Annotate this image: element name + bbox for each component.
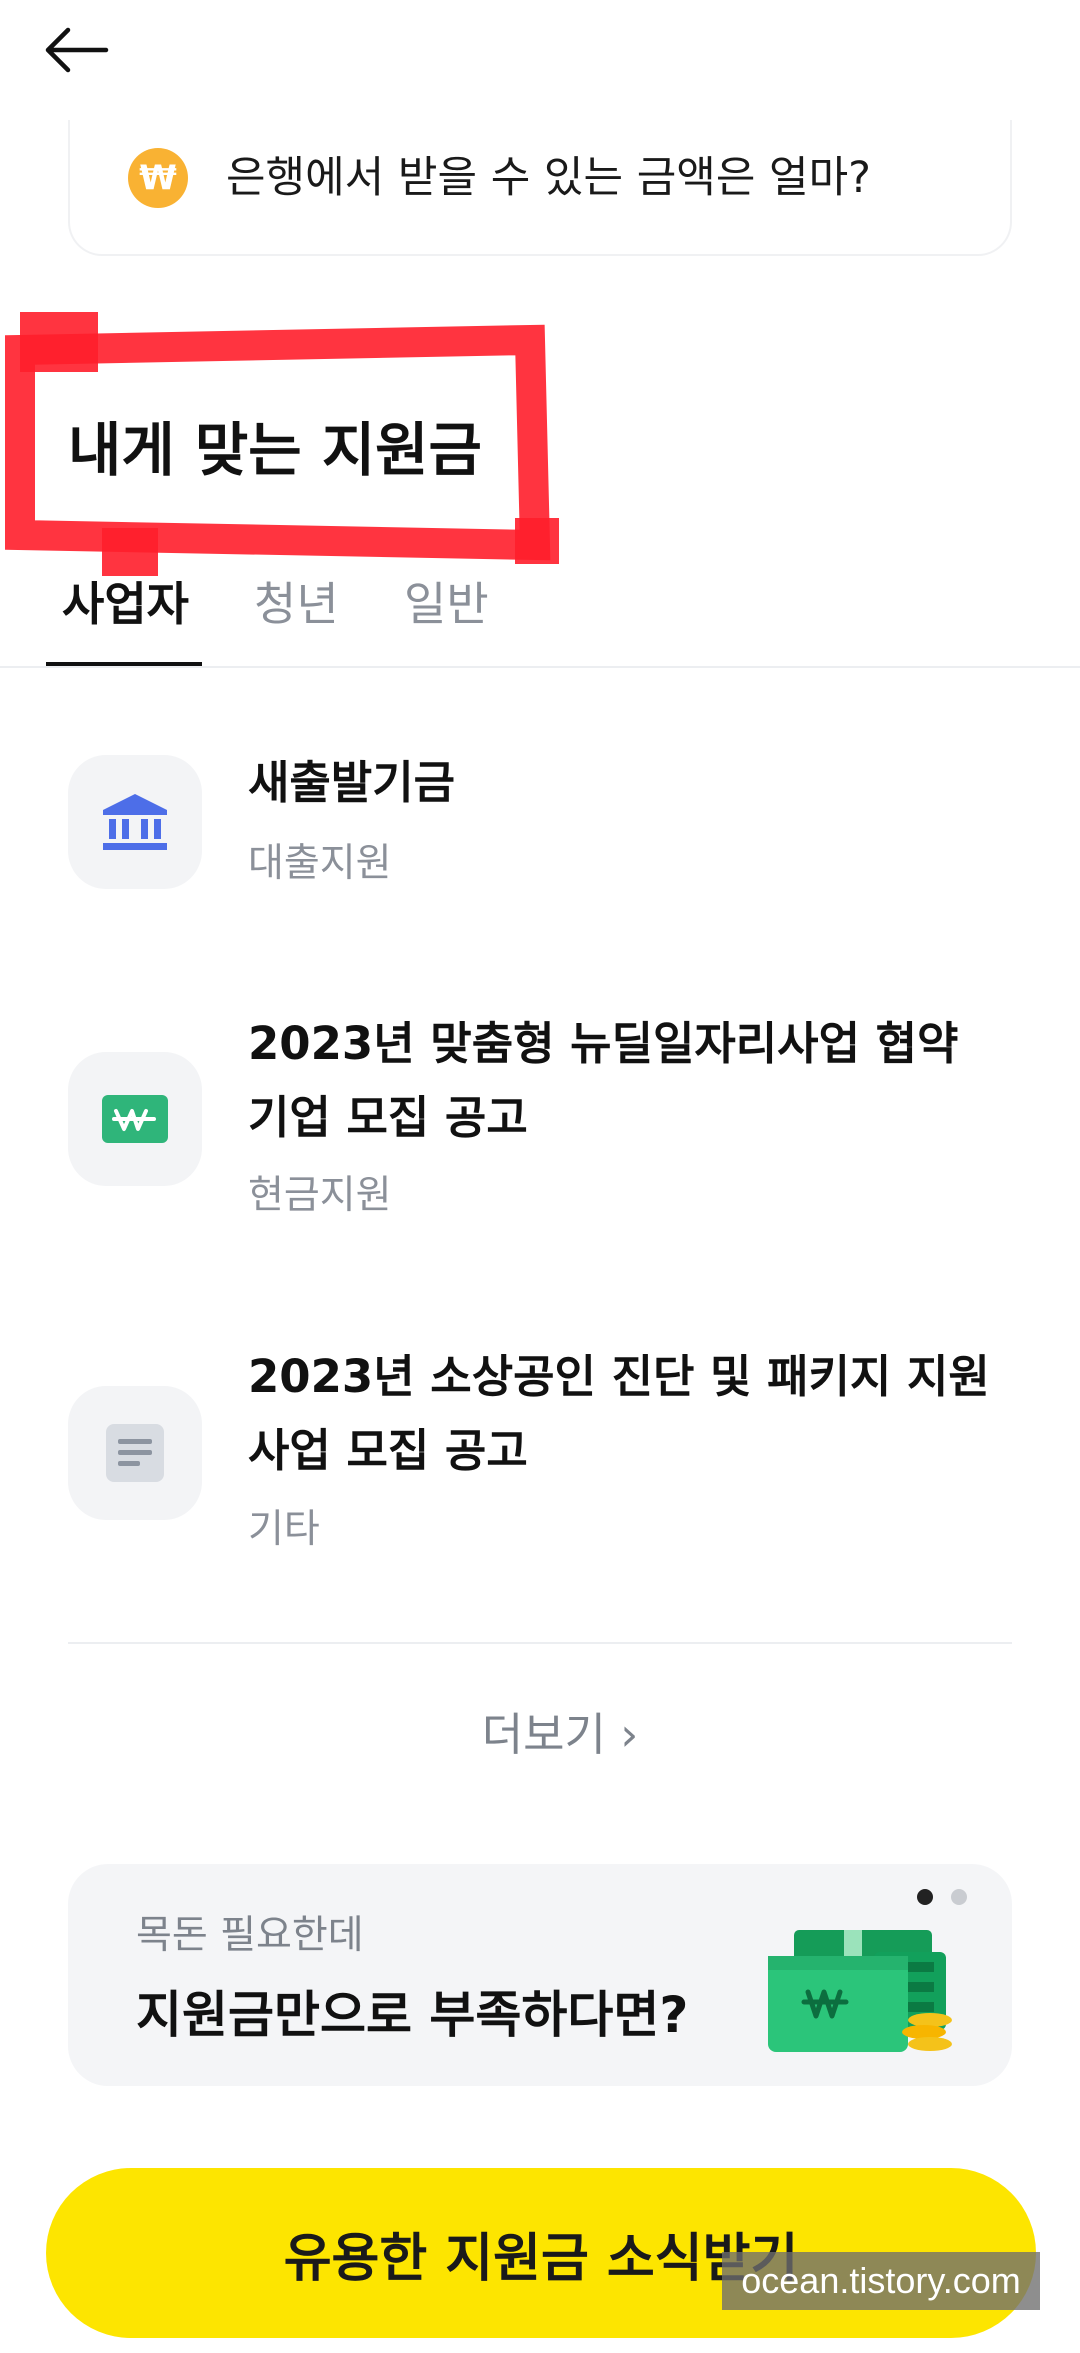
carousel-dot-active <box>917 1889 933 1905</box>
money-stack-icon <box>768 1930 952 2052</box>
list-item-category: 기타 <box>248 1507 320 1552</box>
list-item-title[interactable]: 2023년 소상공인 진단 및 패키지 지원 <box>248 1340 1008 1414</box>
tab-general[interactable]: 일반 <box>404 572 489 636</box>
list-item-title-line2[interactable]: 사업 모집 공고 <box>248 1414 1008 1488</box>
carousel-dot <box>951 1889 967 1905</box>
list-item-category: 대출지원 <box>248 841 392 886</box>
won-bill-icon <box>68 1052 202 1186</box>
bank-building-icon <box>68 755 202 889</box>
loan-banner-subtitle: 목돈 필요한데 <box>136 1913 364 1958</box>
tab-business[interactable]: 사업자 <box>62 572 189 636</box>
tabs-divider <box>0 666 1080 668</box>
tab-youth[interactable]: 청년 <box>254 572 339 636</box>
more-button[interactable]: 더보기 › <box>0 1700 1080 1770</box>
list-divider <box>68 1642 1012 1644</box>
won-coin-icon: ₩ <box>128 148 188 208</box>
bank-amount-text: 은행에서 받을 수 있는 금액은 얼마? <box>226 153 872 203</box>
highlight-annotation <box>4 312 559 576</box>
list-item-title[interactable]: 2023년 맞춤형 뉴딜일자리사업 협약 <box>248 1007 1008 1081</box>
list-item-title[interactable]: 새출발기금 <box>248 746 1008 820</box>
watermark: ocean.tistory.com <box>722 2252 1040 2310</box>
loan-banner-title: 지원금만으로 부족하다면? <box>136 1986 689 2044</box>
document-icon <box>68 1386 202 1520</box>
list-item-category: 현금지원 <box>248 1173 392 1218</box>
list-item-title-line2[interactable]: 기업 모집 공고 <box>248 1081 1008 1155</box>
back-arrow-icon[interactable] <box>40 18 120 82</box>
